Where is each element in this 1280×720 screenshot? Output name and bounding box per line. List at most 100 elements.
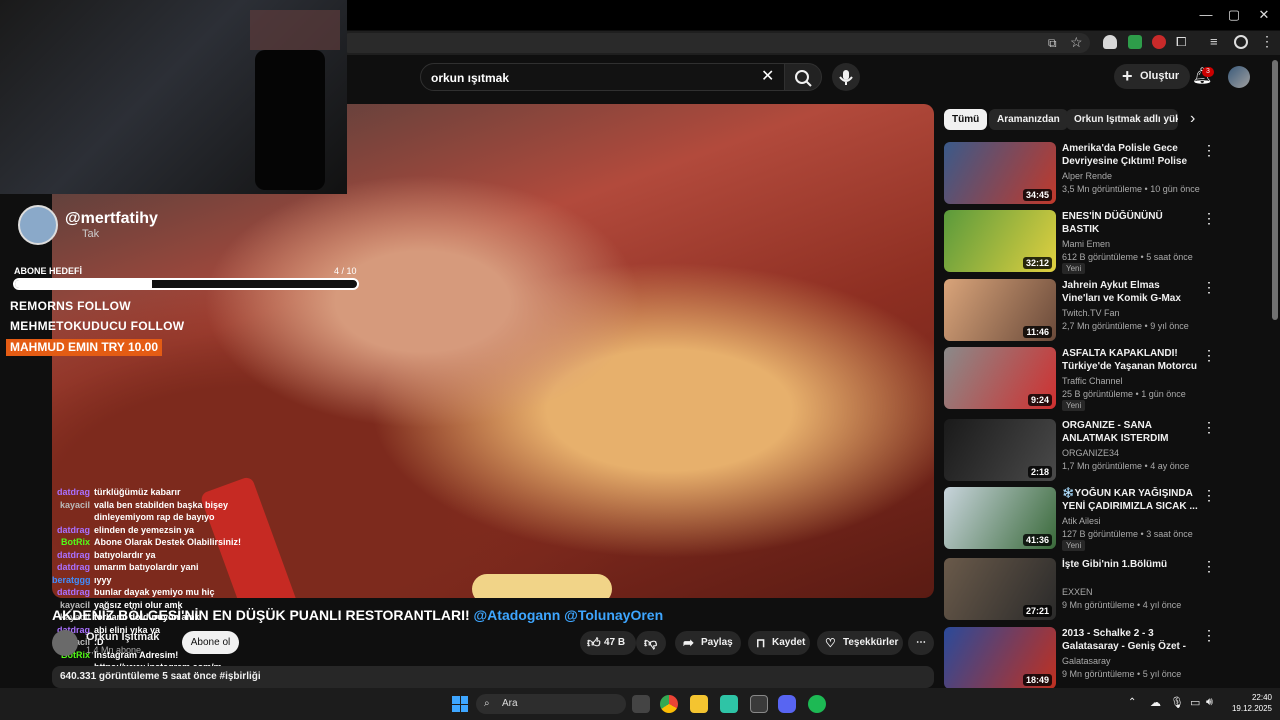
minimize-icon[interactable]: — [1196, 6, 1216, 24]
video-thumbnail[interactable]: 2:18 [944, 419, 1056, 481]
channel-name[interactable]: Orkun Işıtmak [86, 631, 159, 643]
recommended-video[interactable]: 41:36 ❄️YOĞUN KAR YAĞIŞINDA YENİ ÇADIRIM… [944, 487, 1266, 551]
extension-icon[interactable] [1152, 35, 1166, 49]
sync-icon[interactable]: ☁ [1150, 696, 1161, 709]
puzzle-icon[interactable]: ⧠ [1176, 34, 1186, 50]
microphone-icon[interactable]: 🎙︎ [1170, 696, 1184, 709]
chip-all[interactable]: Tümü [944, 109, 988, 130]
close-icon[interactable]: ✕ [1254, 6, 1274, 24]
taskbar-search[interactable]: ⌕ Ara [476, 694, 626, 714]
description-box[interactable]: 640.331 görüntüleme 5 saat önce #işbirli… [52, 666, 934, 688]
recommended-video-channel[interactable]: Atik Ailesi [1062, 516, 1101, 526]
recommended-video[interactable]: 11:46 Jahrein Aykut Elmas Vine'ları ve K… [944, 279, 1266, 343]
save-button[interactable]: ⊓ Kaydet [748, 631, 810, 655]
more-vertical-icon[interactable]: ⋮ [1202, 279, 1216, 296]
voice-search-button[interactable] [832, 63, 860, 91]
create-button[interactable]: + Oluştur [1114, 64, 1190, 89]
more-actions-button[interactable]: ⋯ [908, 631, 934, 655]
chevron-right-icon[interactable]: › [1190, 110, 1195, 128]
like-button[interactable]: 👍︎ 47 B [580, 631, 636, 655]
install-icon[interactable]: ⧉ [1048, 36, 1057, 51]
sub-goal-count: 4 / 10 [334, 266, 357, 276]
video-thumbnail[interactable]: 32:12 [944, 210, 1056, 272]
video-thumbnail[interactable]: 41:36 [944, 487, 1056, 549]
recommended-video-channel[interactable]: ORGANIZE34 [1062, 448, 1119, 458]
recommended-video-channel[interactable]: Traffic Channel [1062, 376, 1123, 386]
recommended-video-title[interactable]: ENES'İN DÜĞÜNÜNÜ BASTIK [1062, 210, 1200, 236]
recommended-video-title[interactable]: Jahrein Aykut Elmas Vine'ları ve Komik G… [1062, 279, 1200, 305]
share-button[interactable]: ➦ Paylaş [675, 631, 741, 655]
extension-icon[interactable] [1128, 35, 1142, 49]
account-avatar[interactable] [1228, 66, 1250, 88]
scrollbar[interactable] [1272, 60, 1278, 320]
recommended-video[interactable]: 32:12 ENES'İN DÜĞÜNÜNÜ BASTIK Mami Emen … [944, 210, 1266, 274]
recommended-video-channel[interactable]: Twitch.TV Fan [1062, 308, 1120, 318]
recommended-video-channel[interactable]: Galatasaray [1062, 656, 1111, 666]
video-thumbnail[interactable]: 11:46 [944, 279, 1056, 341]
profile-icon[interactable] [1234, 35, 1248, 49]
chip-channel-uploads[interactable]: Orkun Işıtmak adlı yükle [1066, 109, 1178, 130]
description-meta: 640.331 görüntüleme 5 saat önce #işbirli… [60, 671, 261, 682]
video-thumbnail[interactable]: 34:45 [944, 142, 1056, 204]
taskbar-clock[interactable]: 22:40 19.12.2025 [1222, 692, 1272, 714]
network-icon[interactable]: ▭ [1190, 696, 1200, 709]
recommended-video[interactable]: 2:18 ORGANIZE - SANA ANLATMAK ISTERDIM [… [944, 419, 1266, 483]
recommended-video-channel[interactable]: Alper Rende [1062, 171, 1112, 181]
video-duration: 27:21 [1022, 605, 1052, 617]
recommended-video-channel[interactable]: Mami Emen [1062, 239, 1110, 249]
video-thumbnail[interactable]: 27:21 [944, 558, 1056, 620]
bookmark-star-icon[interactable]: ☆ [1070, 34, 1083, 51]
recommended-video-title[interactable]: İşte Gibi'nin 1.Bölümü [1062, 558, 1200, 571]
recommended-video-meta: 25 B görüntüleme • 1 gün önce [1062, 389, 1186, 399]
webcam-wall-poster [250, 10, 340, 50]
task-view-icon[interactable] [632, 695, 650, 713]
recommended-video[interactable]: 34:45 Amerika'da Polisle Gece Devriyesin… [944, 142, 1266, 206]
more-vertical-icon[interactable]: ⋮ [1202, 487, 1216, 504]
recommended-video[interactable]: 9:24 ASFALTA KAPAKLANDI! Türkiye'de Yaşa… [944, 347, 1266, 411]
recommended-video[interactable]: 27:21 İşte Gibi'nin 1.Bölümü EXXEN 9 Mn … [944, 558, 1266, 622]
recommended-video-title[interactable]: ASFALTA KAPAKLANDI! Türkiye'de Yaşanan M… [1062, 347, 1200, 373]
shield-extension-icon[interactable] [1103, 35, 1117, 49]
file-explorer-icon[interactable] [690, 695, 708, 713]
video-thumbnail[interactable]: 18:49 [944, 627, 1056, 689]
chat-username: kayacil [59, 499, 90, 510]
maximize-icon[interactable]: ▢ [1224, 6, 1244, 24]
subscribe-button[interactable]: Abone ol [182, 631, 239, 654]
thanks-button[interactable]: ♡ Teşekkürler [817, 631, 903, 655]
chat-text: umarım batıyolardır yani [94, 562, 199, 572]
video-thumbnail[interactable]: 9:24 [944, 347, 1056, 409]
notification-count-badge: 3 [1202, 67, 1214, 77]
dislike-button[interactable]: 👎︎ [636, 631, 666, 655]
more-vertical-icon[interactable]: ⋮ [1202, 347, 1216, 364]
chip-from-search[interactable]: Aramanızdan [989, 109, 1068, 130]
chat-message: datdrag türklüğümüz kabarır [52, 486, 262, 499]
more-vertical-icon[interactable]: ⋮ [1202, 627, 1216, 644]
video-duration: 41:36 [1022, 534, 1052, 546]
recommended-video-title[interactable]: 2013 - Schalke 2 - 3 Galatasaray - Geniş… [1062, 627, 1200, 653]
start-icon[interactable] [452, 696, 468, 712]
address-bar[interactable] [340, 33, 1090, 53]
recommended-video-title[interactable]: ❄️YOĞUN KAR YAĞIŞINDA YENİ ÇADIRIMIZLA S… [1062, 487, 1200, 513]
clear-search-icon[interactable]: ✕ [761, 66, 774, 86]
search-button[interactable] [784, 63, 822, 91]
tray-chevron-icon[interactable]: ⌃ [1128, 697, 1136, 708]
media-control-icon[interactable]: ≡ [1210, 34, 1218, 49]
more-vertical-icon[interactable]: ⋮ [1202, 210, 1216, 227]
discord-icon[interactable] [778, 695, 796, 713]
recommended-video-channel[interactable]: EXXEN [1062, 587, 1093, 597]
channel-avatar[interactable] [52, 630, 78, 656]
app-icon[interactable] [750, 695, 768, 713]
app-icon[interactable] [720, 695, 738, 713]
recommended-video-title[interactable]: Amerika'da Polisle Gece Devriyesine Çıkt… [1062, 142, 1200, 168]
more-vertical-icon[interactable]: ⋮ [1202, 419, 1216, 436]
volume-icon[interactable]: 🔊︎ [1206, 696, 1213, 709]
chrome-icon[interactable] [660, 695, 678, 713]
more-vertical-icon[interactable]: ⋮ [1202, 558, 1216, 575]
more-vertical-icon[interactable]: ⋮ [1202, 142, 1216, 159]
search-input[interactable]: orkun ışıtmak [420, 63, 785, 91]
browser-menu-icon[interactable]: ⋮ [1260, 33, 1274, 50]
spotify-icon[interactable] [808, 695, 826, 713]
video-title-tags[interactable]: @Atadogann @TolunayOren [474, 607, 664, 623]
recommended-video[interactable]: 18:49 2013 - Schalke 2 - 3 Galatasaray -… [944, 627, 1266, 691]
recommended-video-title[interactable]: ORGANIZE - SANA ANLATMAK ISTERDIM [OFFIC… [1062, 419, 1200, 445]
